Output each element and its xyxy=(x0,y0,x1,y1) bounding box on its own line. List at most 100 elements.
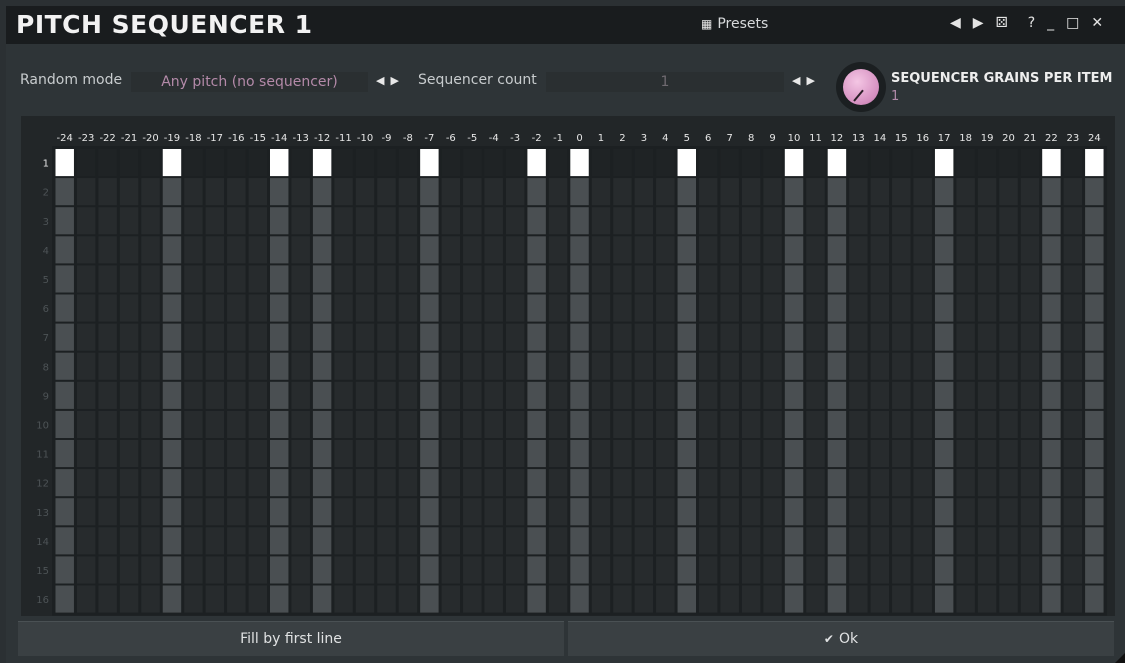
grid-cell[interactable] xyxy=(570,265,589,293)
grid-cell[interactable] xyxy=(270,265,289,293)
grid-cell[interactable] xyxy=(119,410,139,438)
grid-cell[interactable] xyxy=(613,265,632,293)
grid-cell[interactable] xyxy=(1020,440,1040,468)
grid-cell[interactable] xyxy=(355,207,375,235)
grid-cell[interactable] xyxy=(656,440,675,468)
grid-cell[interactable] xyxy=(484,323,503,351)
grid-cell[interactable] xyxy=(527,178,546,206)
grid-cell[interactable] xyxy=(355,556,375,584)
grid-cell[interactable] xyxy=(870,498,890,526)
grid-cell[interactable] xyxy=(741,323,761,351)
grid-cell[interactable] xyxy=(720,352,739,380)
grid-cell[interactable] xyxy=(248,236,267,264)
grid-cell[interactable] xyxy=(1042,265,1061,293)
grid-cell[interactable] xyxy=(119,440,139,468)
grid-cell[interactable] xyxy=(741,556,761,584)
grid-cell[interactable] xyxy=(913,265,932,293)
grid-cell[interactable] xyxy=(1042,469,1061,497)
grid-cell[interactable] xyxy=(892,440,911,468)
grid-cell[interactable] xyxy=(806,323,825,351)
grid-cell[interactable] xyxy=(570,498,589,526)
grid-cell[interactable] xyxy=(484,294,503,322)
grid-cell[interactable] xyxy=(98,149,117,177)
grid-cell[interactable] xyxy=(441,178,461,206)
grid-cell[interactable] xyxy=(355,236,375,264)
grid-cell[interactable] xyxy=(463,556,482,584)
grid-cell[interactable] xyxy=(398,498,418,526)
grid-cell[interactable] xyxy=(1042,381,1061,409)
grid-cell[interactable] xyxy=(956,265,975,293)
grid-cell[interactable] xyxy=(184,323,203,351)
grid-cell[interactable] xyxy=(505,207,525,235)
grid-cell[interactable] xyxy=(806,381,825,409)
grid-cell[interactable] xyxy=(634,178,654,206)
grid-cell[interactable] xyxy=(76,527,96,555)
grid-cell[interactable] xyxy=(548,207,568,235)
grid-cell[interactable] xyxy=(699,469,718,497)
grid-cell[interactable] xyxy=(119,352,139,380)
grid-cell[interactable] xyxy=(291,149,310,177)
grid-cell[interactable] xyxy=(441,556,461,584)
grid-cell[interactable] xyxy=(227,178,246,206)
grid-cell[interactable] xyxy=(270,469,289,497)
grid-cell[interactable] xyxy=(119,294,139,322)
grid-cell[interactable] xyxy=(741,294,761,322)
grid-cell[interactable] xyxy=(291,265,310,293)
grid-cell[interactable] xyxy=(548,178,568,206)
grid-cell[interactable] xyxy=(162,294,182,322)
grid-cell[interactable] xyxy=(398,294,418,322)
grid-cell[interactable] xyxy=(119,236,139,264)
grid-cell[interactable] xyxy=(570,294,589,322)
grid-cell[interactable] xyxy=(76,352,96,380)
grid-cell[interactable] xyxy=(119,527,139,555)
grid-cell[interactable] xyxy=(677,381,696,409)
grid-cell[interactable] xyxy=(291,440,310,468)
grid-cell[interactable] xyxy=(548,265,568,293)
grid-cell[interactable] xyxy=(849,178,868,206)
grid-cell[interactable] xyxy=(699,527,718,555)
grid-cell[interactable] xyxy=(720,294,739,322)
grid-cell[interactable] xyxy=(98,469,117,497)
grid-cell[interactable] xyxy=(420,381,439,409)
grid-cell[interactable] xyxy=(849,381,868,409)
grid-cell[interactable] xyxy=(591,585,611,613)
grid-cell[interactable] xyxy=(656,352,675,380)
grid-cell[interactable] xyxy=(227,207,246,235)
grid-cell[interactable] xyxy=(312,323,332,351)
grid-cell[interactable] xyxy=(913,149,932,177)
grid-cell[interactable] xyxy=(119,323,139,351)
grid-cell[interactable] xyxy=(484,527,503,555)
grid-cell[interactable] xyxy=(806,440,825,468)
grid-cell[interactable] xyxy=(1042,236,1061,264)
grid-cell[interactable] xyxy=(527,207,546,235)
grid-cell[interactable] xyxy=(956,556,975,584)
grid-cell[interactable] xyxy=(870,236,890,264)
grid-cell[interactable] xyxy=(377,440,396,468)
grid-cell[interactable] xyxy=(613,236,632,264)
grid-cell[interactable] xyxy=(420,585,439,613)
grid-cell[interactable] xyxy=(784,498,804,526)
grid-cell[interactable] xyxy=(827,381,847,409)
grid-cell[interactable] xyxy=(934,178,954,206)
grid-cell[interactable] xyxy=(870,294,890,322)
grid-cell[interactable] xyxy=(913,556,932,584)
grid-cell[interactable] xyxy=(141,236,160,264)
close-icon[interactable]: ✕ xyxy=(1091,15,1103,31)
grid-cell[interactable] xyxy=(248,381,267,409)
randomize-icon[interactable]: ⚄ xyxy=(996,15,1008,31)
grid-cell[interactable] xyxy=(1042,323,1061,351)
grid-cell[interactable] xyxy=(76,469,96,497)
grid-cell[interactable] xyxy=(784,207,804,235)
grid-cell[interactable] xyxy=(784,265,804,293)
grid-cell[interactable] xyxy=(677,352,696,380)
grid-cell[interactable] xyxy=(934,149,954,177)
grid-cell[interactable] xyxy=(270,323,289,351)
grid-cell[interactable] xyxy=(334,585,353,613)
grid-cell[interactable] xyxy=(763,323,782,351)
help-icon[interactable]: ? xyxy=(1028,15,1035,31)
grid-cell[interactable] xyxy=(527,556,546,584)
grid-cell[interactable] xyxy=(441,410,461,438)
grid-cell[interactable] xyxy=(334,352,353,380)
grid-cell[interactable] xyxy=(312,178,332,206)
grid-cell[interactable] xyxy=(763,527,782,555)
